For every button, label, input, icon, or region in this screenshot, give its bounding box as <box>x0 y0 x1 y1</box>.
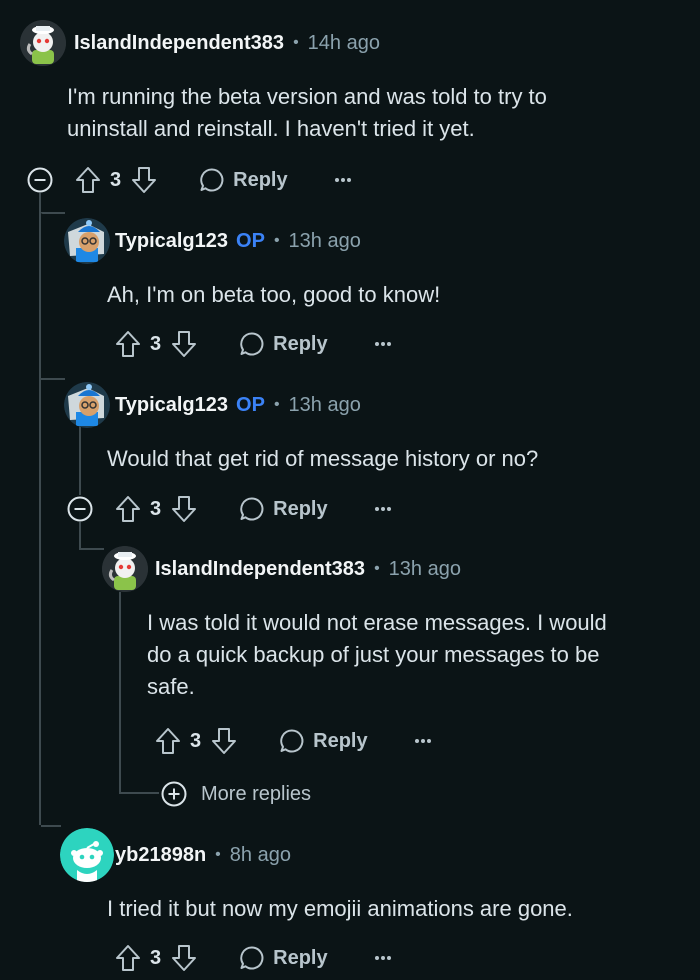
reply-label: Reply <box>233 168 288 191</box>
comment-bubble-icon <box>240 946 264 970</box>
upvote-icon[interactable] <box>155 727 181 755</box>
comment-text: I tried it but now my emojii animations … <box>107 893 573 925</box>
comment-bubble-icon <box>280 729 304 753</box>
more-replies-button[interactable]: More replies <box>161 781 311 807</box>
comment-bubble-icon <box>200 168 224 192</box>
comment-bubble-icon <box>240 497 264 521</box>
comment-meta: yb21898n • 8h ago <box>115 841 291 869</box>
avatar[interactable] <box>20 20 66 66</box>
thread-line <box>119 592 121 792</box>
reply-button[interactable]: Reply <box>239 331 328 357</box>
more-options-icon[interactable] <box>374 341 392 347</box>
thread-line <box>79 425 81 495</box>
reply-button[interactable]: Reply <box>199 167 288 193</box>
thread-branch <box>41 212 65 214</box>
username[interactable]: Typicalg123 <box>115 230 228 253</box>
separator-dot: • <box>374 560 380 577</box>
more-replies-label: More replies <box>201 782 312 805</box>
more-options-icon[interactable] <box>374 955 392 961</box>
comment-meta: Typicalg123 OP • 13h ago <box>115 391 361 419</box>
vote-count: 3 <box>150 332 162 355</box>
comment-meta: Typicalg123 OP • 13h ago <box>115 227 361 255</box>
op-badge: OP <box>236 229 265 252</box>
comment-actions: 3 Reply <box>115 938 392 978</box>
comment-actions: 3 Reply <box>75 160 352 200</box>
separator-dot: • <box>293 34 299 51</box>
comment-text-line: Would that get rid of message history or… <box>107 446 539 471</box>
vote-count: 3 <box>110 168 122 191</box>
username[interactable]: IslandIndependent383 <box>155 558 365 581</box>
thread-branch <box>41 825 61 827</box>
reply-label: Reply <box>273 332 328 355</box>
upvote-icon[interactable] <box>115 330 141 358</box>
vote-count: 3 <box>150 497 162 520</box>
thread-line <box>79 522 81 550</box>
more-options-icon[interactable] <box>414 738 432 744</box>
reply-button[interactable]: Reply <box>239 496 328 522</box>
vote-count: 3 <box>150 946 162 969</box>
separator-dot: • <box>215 846 221 863</box>
comment-text-line: I tried it but now my emojii animations … <box>107 896 573 921</box>
collapse-icon[interactable] <box>27 167 53 193</box>
vote-count: 3 <box>190 729 202 752</box>
avatar[interactable] <box>102 546 148 592</box>
avatar[interactable] <box>64 382 110 428</box>
comment-text: Ah, I'm on beta too, good to know! <box>107 279 440 311</box>
downvote-icon[interactable] <box>171 944 197 972</box>
reply-label: Reply <box>313 729 368 752</box>
comment-actions: 3 Reply <box>115 489 392 529</box>
separator-dot: • <box>273 396 280 413</box>
comment-text-line: I was told it would not erase messages. … <box>147 610 607 635</box>
upvote-icon[interactable] <box>75 166 101 194</box>
downvote-icon[interactable] <box>211 727 237 755</box>
downvote-icon[interactable] <box>171 330 197 358</box>
plus-circle-icon <box>161 781 187 807</box>
username[interactable]: IslandIndependent383 <box>74 32 284 55</box>
more-options-icon[interactable] <box>374 506 392 512</box>
downvote-icon[interactable] <box>131 166 157 194</box>
comment-bubble-icon <box>240 332 264 356</box>
timestamp[interactable]: 13h ago <box>389 558 461 581</box>
comment-text: Would that get rid of message history or… <box>107 443 538 475</box>
collapse-icon[interactable] <box>67 496 93 522</box>
comment-text-line: Ah, I'm on beta too, good to know! <box>107 282 441 307</box>
thread-branch <box>41 378 65 380</box>
thread-branch <box>119 792 159 794</box>
comment-actions: 3 Reply <box>115 324 392 364</box>
comment-meta: IslandIndependent383 • 13h ago <box>155 555 461 583</box>
timestamp[interactable]: 13h ago <box>289 394 361 417</box>
comment-actions: 3 Reply <box>155 721 432 761</box>
avatar[interactable] <box>64 218 110 264</box>
downvote-icon[interactable] <box>171 495 197 523</box>
comment-text-line: safe. <box>147 674 195 699</box>
reply-label: Reply <box>273 946 328 969</box>
reply-button[interactable]: Reply <box>279 728 368 754</box>
comment-text: I was told it would not erase messages. … <box>147 607 607 703</box>
comment-text: I'm running the beta version and was tol… <box>67 81 547 145</box>
username[interactable]: yb21898n <box>115 844 206 867</box>
comment-text-line: uninstall and reinstall. I haven't tried… <box>67 116 475 141</box>
upvote-icon[interactable] <box>115 495 141 523</box>
timestamp[interactable]: 8h ago <box>230 844 291 867</box>
thread-branch <box>79 548 104 550</box>
username[interactable]: Typicalg123 <box>115 394 228 417</box>
op-badge: OP <box>236 393 265 416</box>
more-options-icon[interactable] <box>334 177 352 183</box>
comment-meta: IslandIndependent383 • 14h ago <box>74 29 380 57</box>
reply-label: Reply <box>273 497 328 520</box>
thread-line <box>39 193 41 825</box>
timestamp[interactable]: 14h ago <box>308 32 380 55</box>
reply-button[interactable]: Reply <box>239 945 328 971</box>
comment-text-line: I'm running the beta version and was tol… <box>67 84 547 109</box>
separator-dot: • <box>273 232 280 249</box>
upvote-icon[interactable] <box>115 944 141 972</box>
timestamp[interactable]: 13h ago <box>289 230 361 253</box>
comment-text-line: do a quick backup of just your messages … <box>147 642 600 667</box>
avatar[interactable] <box>60 828 114 882</box>
